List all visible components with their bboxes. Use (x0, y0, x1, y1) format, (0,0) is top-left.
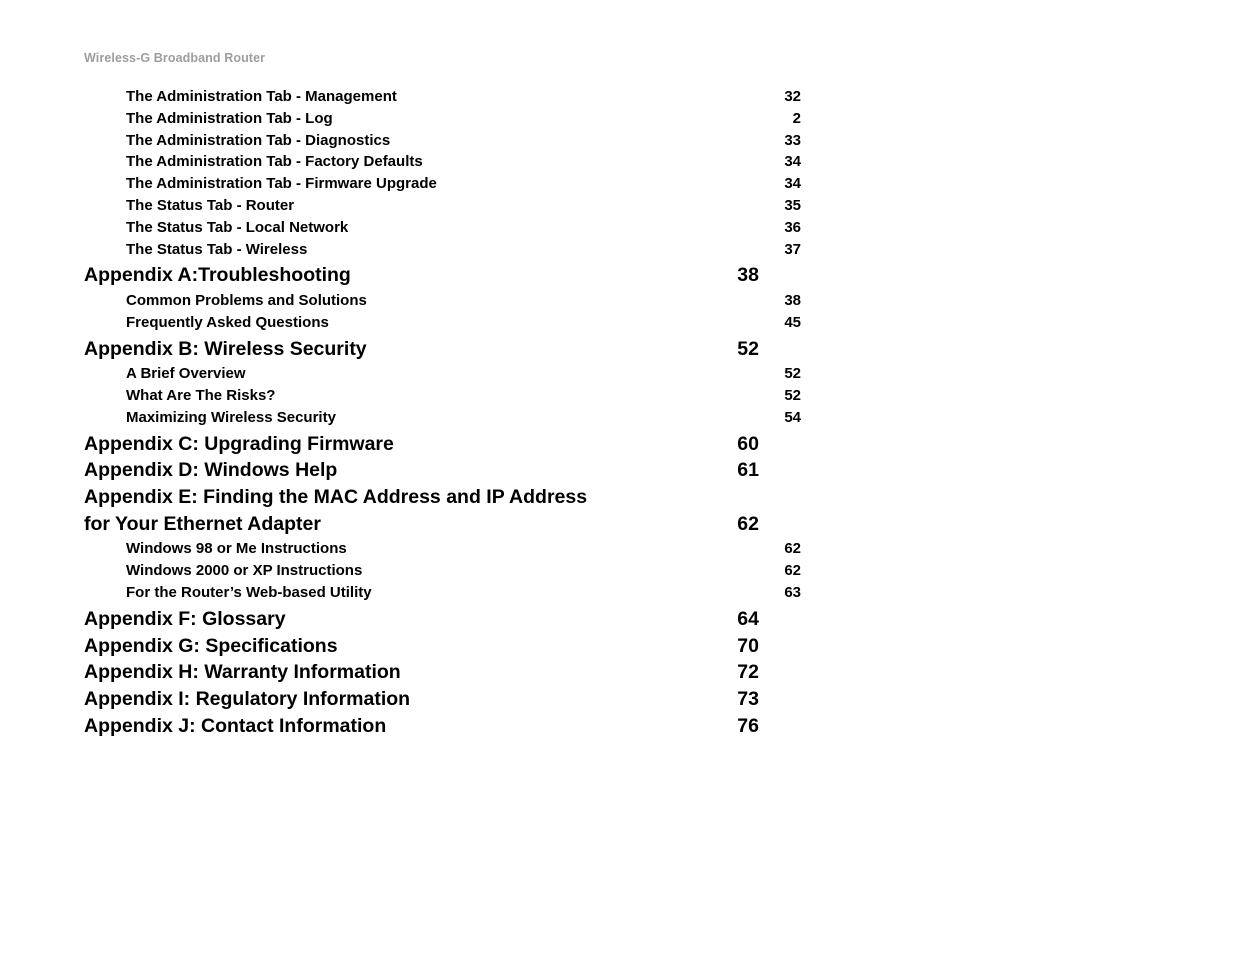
toc-entry-sub[interactable]: Maximizing Wireless Security 54 (84, 407, 801, 429)
toc-entry-heading[interactable]: Appendix D: Windows Help 61 (84, 457, 759, 484)
toc-entry-page-number: 62 (737, 512, 759, 535)
toc-entry-label: Appendix A:Troubleshooting (84, 264, 351, 287)
toc-entry-label: For the Router’s Web-based Utility (126, 584, 372, 602)
toc-entry-label: Appendix I: Regulatory Information (84, 687, 411, 710)
toc-entry-sub[interactable]: For the Router’s Web-based Utility 63 (84, 582, 801, 604)
toc-entry-label: Appendix F: Glossary (84, 607, 286, 630)
toc-entry-label: Common Problems and Solutions (126, 292, 367, 310)
toc-entry-label: Appendix E: Finding the MAC Address and … (84, 486, 588, 509)
toc-entry-sub[interactable]: Windows 98 or Me Instructions 62 (84, 538, 801, 560)
toc-entry-page-number: 38 (784, 292, 801, 310)
toc-entry-label: The Administration Tab - Factory Default… (126, 153, 423, 171)
toc-entry-heading[interactable]: Appendix F: Glossary 64 (84, 606, 759, 633)
toc-entry-label: Windows 98 or Me Instructions (126, 540, 347, 558)
toc-entry-heading[interactable]: Appendix B: Wireless Security 52 (84, 336, 759, 363)
toc-entry-heading[interactable]: Appendix I: Regulatory Information 73 (84, 686, 759, 713)
toc-entry-label: The Status Tab - Local Network (126, 218, 349, 236)
toc-entry-page-number: 62 (784, 540, 801, 558)
toc-entry-page-number: 38 (737, 264, 759, 287)
toc-entry-page-number: 35 (784, 196, 801, 214)
toc-entry-page-number: 52 (784, 365, 801, 383)
toc-entry-sub[interactable]: The Status Tab - Router 35 (84, 195, 801, 217)
toc-entry-label: Frequently Asked Questions (126, 313, 329, 331)
toc-entry-sub[interactable]: Common Problems and Solutions 38 (84, 290, 801, 312)
toc-entry-page-number: 34 (784, 175, 801, 193)
toc-entry-sub[interactable]: What Are The Risks? 52 (84, 385, 801, 407)
toc-entry-heading[interactable]: Appendix A:Troubleshooting 38 (84, 262, 759, 289)
toc-entry-page-number: 63 (784, 584, 801, 602)
toc-entry-label: The Status Tab - Wireless (126, 240, 308, 258)
toc-entry-label: Appendix B: Wireless Security (84, 337, 367, 360)
toc-entry-page-number: 37 (784, 240, 801, 258)
toc-entry-sub[interactable]: The Administration Tab - Factory Default… (84, 151, 801, 173)
toc-entry-page-number: 60 (737, 432, 759, 455)
toc-entry-label: Appendix J: Contact Information (84, 714, 387, 737)
toc-entry-heading[interactable]: Appendix G: Specifications 70 (84, 633, 759, 660)
toc-entry-label: Appendix C: Upgrading Firmware (84, 432, 394, 455)
toc-entry-page-number: 2 (792, 109, 801, 127)
table-of-contents: The Administration Tab - Management 32 The… (84, 86, 801, 740)
toc-entry-sub[interactable]: A Brief Overview 52 (84, 363, 801, 385)
toc-entry-heading[interactable]: Appendix E: Finding the MAC Address and … (84, 484, 759, 511)
toc-entry-sub[interactable]: Frequently Asked Questions 45 (84, 312, 801, 334)
toc-entry-heading[interactable]: Appendix C: Upgrading Firmware 60 (84, 431, 759, 458)
toc-entry-page-number: 52 (737, 337, 759, 360)
toc-entry-page-number: 72 (737, 661, 759, 684)
toc-entry-label: The Administration Tab - Diagnostics (126, 131, 391, 149)
toc-entry-page-number: 61 (737, 459, 759, 482)
toc-entry-label: The Administration Tab - Log (126, 109, 333, 127)
toc-entry-sub[interactable]: The Administration Tab - Firmware Upgrad… (84, 173, 801, 195)
toc-entry-page-number: 32 (784, 88, 801, 105)
toc-entry-page-number: 54 (784, 408, 801, 426)
toc-entry-heading[interactable]: Appendix H: Warranty Information 72 (84, 659, 759, 686)
toc-entry-page-number: 52 (784, 387, 801, 405)
toc-entry-heading[interactable]: for Your Ethernet Adapter 62 (84, 511, 759, 538)
toc-entry-page-number: 36 (784, 218, 801, 236)
toc-entry-label: Appendix H: Warranty Information (84, 661, 401, 684)
running-header: Wireless-G Broadband Router (84, 51, 266, 65)
toc-entry-sub[interactable]: Windows 2000 or XP Instructions 62 (84, 560, 801, 582)
toc-entry-page-number: 70 (737, 634, 759, 657)
toc-entry-label: A Brief Overview (126, 365, 246, 383)
toc-entry-label: Maximizing Wireless Security (126, 408, 336, 426)
toc-entry-label: The Status Tab - Router (126, 196, 295, 214)
toc-entry-sub[interactable]: The Status Tab - Local Network 36 (84, 217, 801, 239)
toc-entry-page-number: 33 (784, 131, 801, 149)
toc-entry-page-number: 64 (737, 607, 759, 630)
toc-entry-page-number: 45 (784, 313, 801, 331)
toc-entry-sub[interactable]: The Administration Tab - Log 2 (84, 108, 801, 130)
toc-entry-label: for Your Ethernet Adapter (84, 512, 321, 535)
toc-entry-heading[interactable]: Appendix J: Contact Information 76 (84, 713, 759, 740)
toc-entry-label: Appendix D: Windows Help (84, 459, 338, 482)
toc-entry-sub[interactable]: The Administration Tab - Diagnostics 33 (84, 130, 801, 152)
toc-entry-page-number: 73 (737, 687, 759, 710)
toc-entry-label: The Administration Tab - Management (126, 88, 397, 105)
toc-entry-page-number: 34 (784, 153, 801, 171)
toc-entry-label: Appendix G: Specifications (84, 634, 338, 657)
toc-entry-label: The Administration Tab - Firmware Upgrad… (126, 175, 437, 193)
toc-entry-page-number: 76 (737, 714, 759, 737)
toc-entry-label: What Are The Risks? (126, 387, 276, 405)
toc-entry-sub[interactable]: The Status Tab - Wireless 37 (84, 239, 801, 261)
toc-entry-sub[interactable]: The Administration Tab - Management 32 (84, 86, 801, 108)
toc-entry-page-number: 62 (784, 562, 801, 580)
toc-entry-label: Windows 2000 or XP Instructions (126, 562, 363, 580)
document-page: Wireless-G Broadband Router The Administ… (0, 0, 1235, 954)
